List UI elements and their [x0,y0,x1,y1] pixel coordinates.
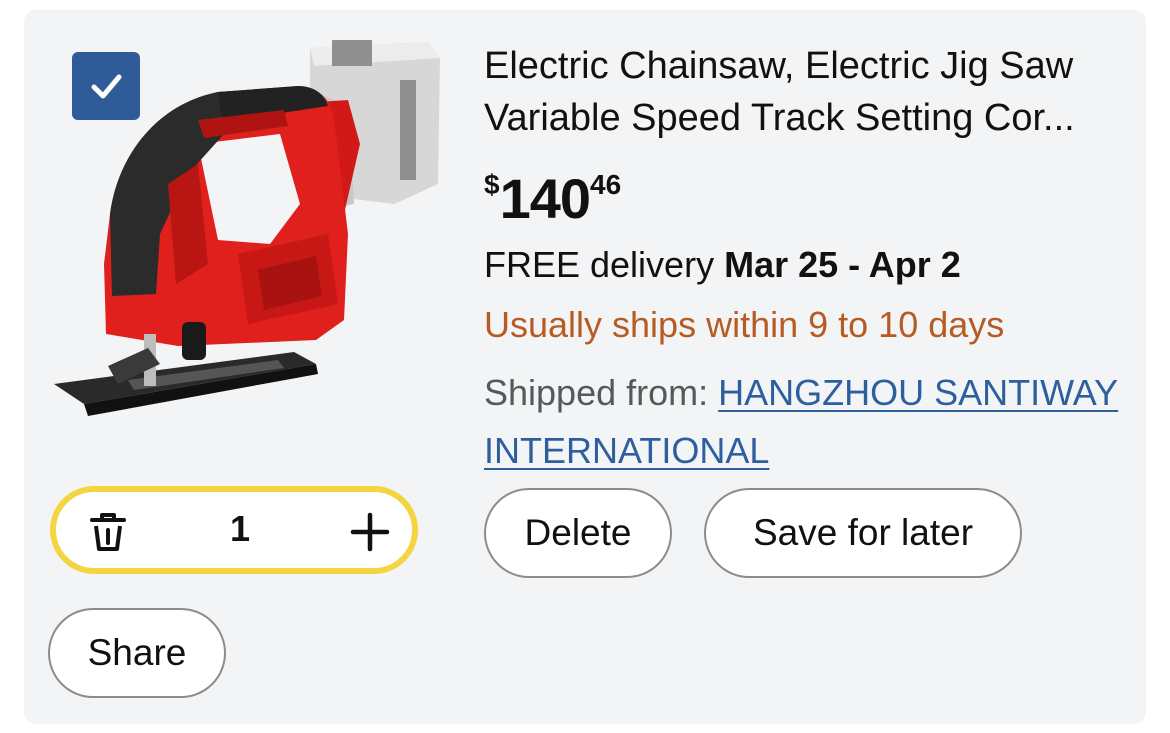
delivery-dates: Mar 25 - Apr 2 [724,244,961,285]
quantity-stepper: 1 [50,486,418,574]
plus-icon[interactable] [348,510,392,554]
price-currency: $ [484,169,500,200]
delivery-prefix: FREE delivery [484,244,715,285]
ships-notice: Usually ships within 9 to 10 days [484,304,1005,345]
saw-body [104,86,360,360]
checkmark-icon [91,74,122,99]
delivery-info: FREE delivery Mar 25 - Apr 2 [484,244,961,286]
shipped-from: Shipped from: HANGZHOU SANTIWAY INTERNAT… [484,364,1124,480]
price-fraction: 46 [590,169,622,200]
product-title[interactable]: Electric Chainsaw, Electric Jig Saw Vari… [484,40,1124,144]
delete-button[interactable]: Delete [484,488,672,578]
product-price: $14046 [484,166,621,231]
trash-icon[interactable] [86,510,130,554]
shipped-from-label: Shipped from: [484,372,709,413]
select-item-checkbox[interactable] [72,52,140,120]
save-for-later-button[interactable]: Save for later [704,488,1022,578]
price-whole: 140 [499,167,591,230]
quantity-value: 1 [229,508,251,549]
share-button[interactable]: Share [48,608,226,698]
